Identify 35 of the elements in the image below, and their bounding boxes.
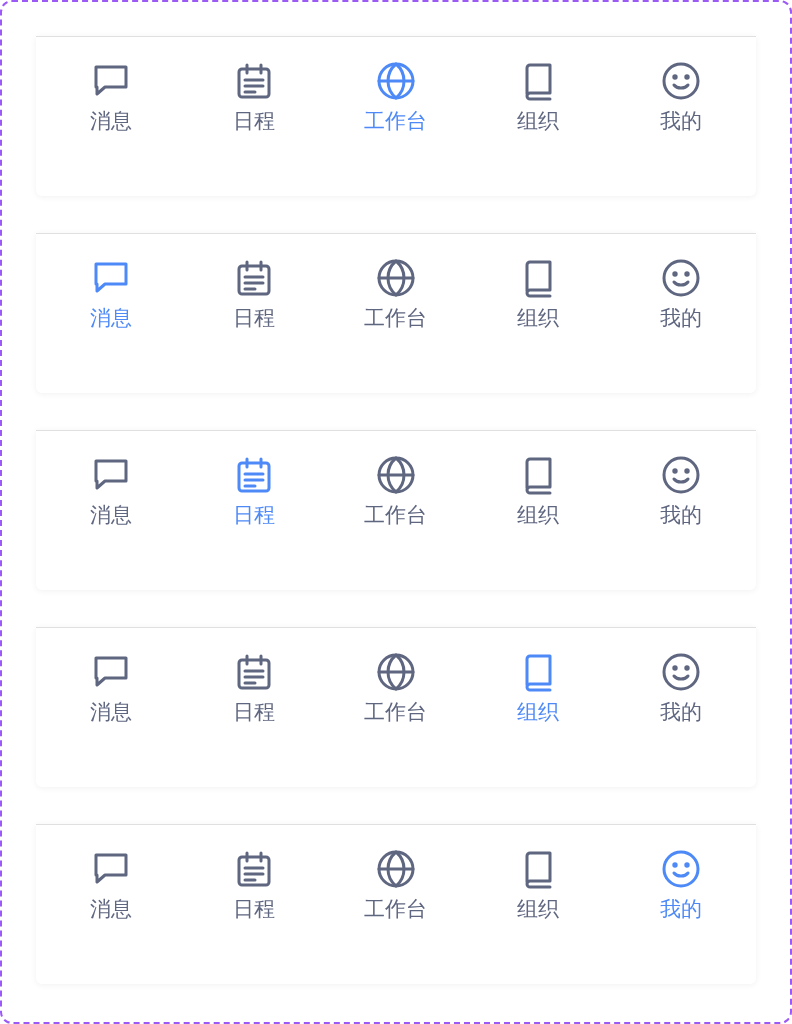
tab[interactable]: 日程 xyxy=(182,61,325,135)
tab[interactable]: 日程 xyxy=(182,849,325,923)
tab[interactable]: 日程 xyxy=(182,258,325,332)
tab[interactable]: 我的 xyxy=(609,258,752,332)
tab[interactable]: 消息 xyxy=(40,61,183,135)
tab[interactable]: 组织 xyxy=(467,455,610,529)
tab[interactable]: 日程 xyxy=(182,652,325,726)
tab[interactable]: 组织 xyxy=(467,849,610,923)
tab[interactable]: 我的 xyxy=(609,455,752,529)
smiley-face-icon xyxy=(660,258,701,298)
tab[interactable]: 我的 xyxy=(609,652,752,726)
tab[interactable]: 工作台 xyxy=(324,455,468,529)
tab[interactable]: 工作台 xyxy=(324,61,468,135)
tab[interactable]: 组织 xyxy=(467,258,610,332)
globe-icon xyxy=(376,652,416,692)
globe-icon xyxy=(376,258,416,298)
smiley-face-icon xyxy=(660,652,701,692)
tab[interactable]: 日程 xyxy=(182,455,325,529)
tab[interactable]: 组织 xyxy=(467,652,610,726)
tab[interactable]: 消息 xyxy=(40,849,183,923)
smiley-face-icon xyxy=(660,61,701,101)
tab[interactable]: 消息 xyxy=(40,258,183,332)
tab[interactable]: 工作台 xyxy=(324,849,468,923)
tab[interactable]: 组织 xyxy=(467,61,610,135)
tab[interactable]: 我的 xyxy=(609,61,752,135)
tab[interactable]: 消息 xyxy=(40,455,183,529)
smiley-face-icon xyxy=(660,849,701,889)
globe-icon xyxy=(376,849,416,889)
tab[interactable]: 消息 xyxy=(40,652,183,726)
tab[interactable]: 我的 xyxy=(609,849,752,923)
globe-icon xyxy=(376,455,416,495)
smiley-face-icon xyxy=(660,455,701,495)
tab[interactable]: 工作台 xyxy=(324,652,468,726)
globe-icon xyxy=(376,61,416,101)
tab[interactable]: 工作台 xyxy=(324,258,468,332)
